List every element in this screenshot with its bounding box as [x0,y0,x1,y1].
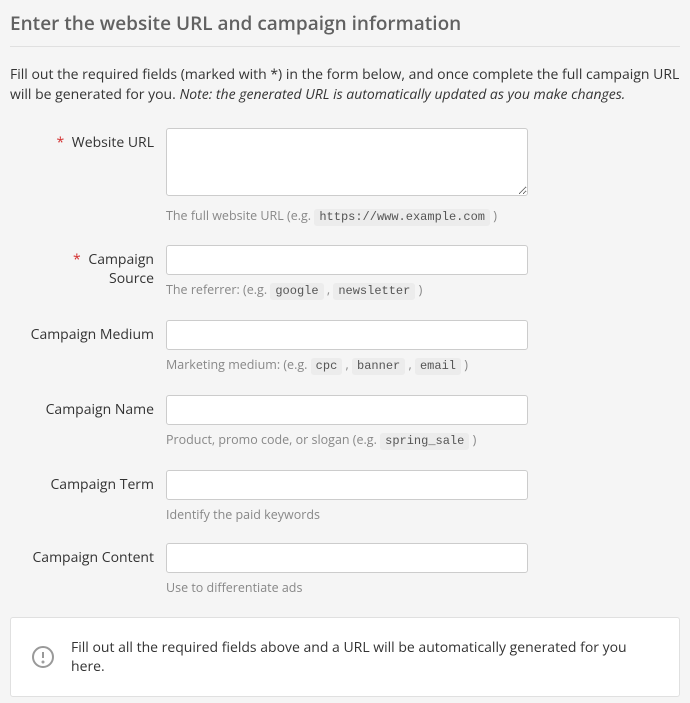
hint-text: Product, promo code, or slogan (e.g. [166,431,380,448]
hint-text: , [342,356,352,373]
campaign-name-input[interactable] [166,395,528,425]
row-campaign-term: Campaign Term Identify the paid keywords [26,470,680,524]
alert-icon [31,645,55,669]
hint-code: spring_sale [380,433,469,450]
campaign-form: * Website URL The full website URL (e.g.… [10,128,680,597]
row-campaign-medium: Campaign Medium Marketing medium: (e.g. … [26,320,680,375]
hint-text: The referrer: (e.g. [166,281,270,298]
label-campaign-medium: Campaign Medium [26,320,166,344]
hint-code: banner [352,358,405,375]
hint-campaign-term: Identify the paid keywords [166,506,528,524]
label-campaign-term: Campaign Term [26,470,166,494]
row-campaign-source: * Campaign Source The referrer: (e.g. go… [26,245,680,300]
hint-text: ) [461,356,468,373]
hint-website-url: The full website URL (e.g. https://www.e… [166,207,528,226]
hint-campaign-content: Use to differentiate ads [166,579,528,597]
hint-code: https://www.example.com [314,209,490,226]
hint-campaign-name: Product, promo code, or slogan (e.g. spr… [166,431,528,450]
page-title: Enter the website URL and campaign infor… [10,10,680,47]
hint-code: cpc [311,358,343,375]
hint-code: google [270,283,323,300]
campaign-term-input[interactable] [166,470,528,500]
hint-text: , [324,281,334,298]
campaign-source-input[interactable] [166,245,528,275]
row-campaign-name: Campaign Name Product, promo code, or sl… [26,395,680,450]
label-campaign-name: Campaign Name [26,395,166,419]
row-website-url: * Website URL The full website URL (e.g.… [26,128,680,226]
label-website-url: * Website URL [26,128,166,152]
label-campaign-source: * Campaign Source [26,245,166,288]
hint-text: The full website URL (e.g. [166,207,314,224]
label-campaign-content: Campaign Content [26,543,166,567]
label-text: Campaign Name [46,400,154,419]
label-text: Website URL [72,133,154,152]
label-text: Campaign Source [88,250,154,288]
hint-text: ) [469,431,476,448]
result-box: Fill out all the required fields above a… [10,617,680,697]
hint-code: email [415,358,461,375]
label-text: Campaign Term [50,475,154,494]
hint-text: Marketing medium: (e.g. [166,356,311,373]
hint-text: , [405,356,415,373]
campaign-content-input[interactable] [166,543,528,573]
label-text: Campaign Medium [31,325,154,344]
hint-campaign-medium: Marketing medium: (e.g. cpc , banner , e… [166,356,528,375]
campaign-medium-input[interactable] [166,320,528,350]
instructions-text: Fill out the required fields (marked wit… [10,65,680,106]
row-campaign-content: Campaign Content Use to differentiate ad… [26,543,680,597]
required-asterisk: * [56,133,64,152]
hint-text: ) [490,207,497,224]
hint-code: newsletter [333,283,415,300]
hint-text: ) [415,281,422,298]
hint-campaign-source: The referrer: (e.g. google , newsletter … [166,281,528,300]
instructions-note: Note: the generated URL is automatically… [179,85,625,104]
required-asterisk: * [73,250,81,269]
label-text: Campaign Content [32,548,154,567]
website-url-input[interactable] [166,128,528,196]
result-message: Fill out all the required fields above a… [71,638,659,676]
